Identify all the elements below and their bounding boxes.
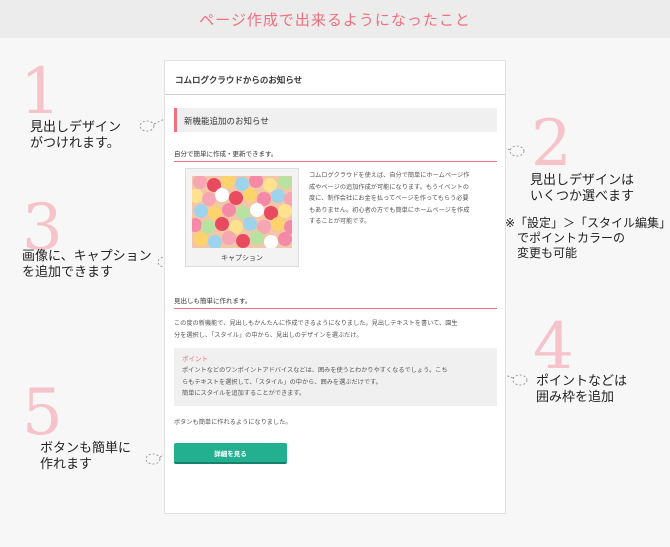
annotation-1-line: 見出しデザイン: [30, 120, 122, 135]
annotation-5: ボタンも簡単に 作れます: [40, 441, 131, 473]
annotation-5-line: ボタンも簡単に: [40, 441, 132, 456]
style-note-line: ※「設定」＞「スタイル編集」: [505, 216, 670, 230]
image-caption: キャプション: [221, 254, 263, 262]
connector-4-circle: [512, 374, 528, 386]
candy-photo: [192, 176, 292, 248]
connector-2-circle: [509, 145, 525, 157]
annotation-2-line: 見出しデザインは: [530, 173, 635, 188]
image-with-caption: キャプション: [185, 168, 299, 267]
section-heading-2: 見出しも簡単に作れます。: [174, 295, 497, 309]
paragraph-line: 分を選択し、「スタイル」の中から、見出しのデザインを選ぶだけ。: [174, 332, 363, 339]
section-2-paragraph: この度の新機能で、見出しもかんたんに作成できるようになりました。見出しテキストを…: [174, 318, 500, 342]
annotation-number-1: 1: [20, 55, 61, 129]
image-side-text: コムログクラウドを使えば、自分で簡単にホームページ作 成やページの追加作成が可能…: [309, 170, 495, 228]
style-note: ※「設定」＞「スタイル編集」 でポイントカラーの 変更も可能: [505, 216, 670, 261]
annotation-4-line: ポイントなどは: [536, 374, 628, 389]
notice-card: コムログクラウドからのお知らせ 新機能追加のお知らせ 自分で簡単に作成・更新でき…: [164, 60, 506, 514]
paragraph-line: この度の新機能で、見出しもかんたんに作成できるようになりました。見出しテキストを…: [174, 320, 458, 327]
point-box: ポイント ポイントなどのワンポイントアドバイスなどは、囲みを使うとわかりやすくな…: [174, 348, 497, 406]
connector-1-circle: [139, 120, 155, 132]
annotation-number-2: 2: [531, 107, 572, 181]
annotation-2-line: いくつか選べます: [530, 189, 635, 204]
annotation-3: 画像に、キャプション を追加できます: [22, 249, 152, 281]
annotation-number-4: 4: [533, 310, 574, 384]
annotation-4: ポイントなどは 囲み枠を追加: [536, 374, 627, 406]
style-note-line: 変更も可能: [517, 246, 578, 260]
annotation-5-line: 作れます: [40, 457, 93, 472]
image-text-line: もありません。初心者の方でも簡単にホームページを作成: [309, 206, 470, 214]
annotation-3-line: を追加できます: [22, 265, 114, 280]
image-text-line: 成やページの追加作成が可能になります。もうイベントの: [309, 183, 469, 191]
point-text-line: らもテキストを選択して、「スタイル」の中から、囲みを選ぶだけです。: [182, 378, 382, 386]
annotation-4-line: 囲み枠を追加: [536, 390, 615, 405]
annotation-number-5: 5: [22, 376, 63, 450]
point-text-line: ポイントなどのワンポイントアドバイスなどは、囲みを使うとわかりやすくなるでしょう…: [182, 367, 448, 374]
candy-image: [192, 176, 292, 248]
image-text-line: 度に、制作会社にお金を払ってページを作ってもらう必要: [309, 195, 469, 202]
point-text-line: 簡単にスタイルを追加することができます。: [182, 390, 306, 397]
section-heading-1: 自分で簡単に作成・更新できます。: [174, 148, 497, 162]
heading-box: 新機能追加のお知らせ: [174, 108, 497, 132]
image-text-line: コムログクラウドを使えば、自分で簡単にホームページ作: [309, 172, 470, 179]
button-intro-text: ボタンも簡単に作れるようになりました。: [174, 419, 292, 426]
image-text-line: することが可能です。: [309, 218, 371, 225]
annotation-2: 見出しデザインは いくつか選べます: [530, 173, 634, 205]
annotation-1: 見出しデザイン がつけれます。: [30, 120, 121, 152]
annotation-1-line: がつけれます。: [30, 136, 120, 151]
details-button[interactable]: 詳細を見る: [174, 443, 287, 464]
style-note-line: でポイントカラーの: [517, 231, 626, 245]
annotation-3-line: 画像に、キャプション: [22, 249, 152, 264]
connector-5-circle: [145, 453, 161, 465]
point-label: ポイント: [182, 355, 208, 363]
card-title: コムログクラウドからのお知らせ: [165, 61, 505, 95]
